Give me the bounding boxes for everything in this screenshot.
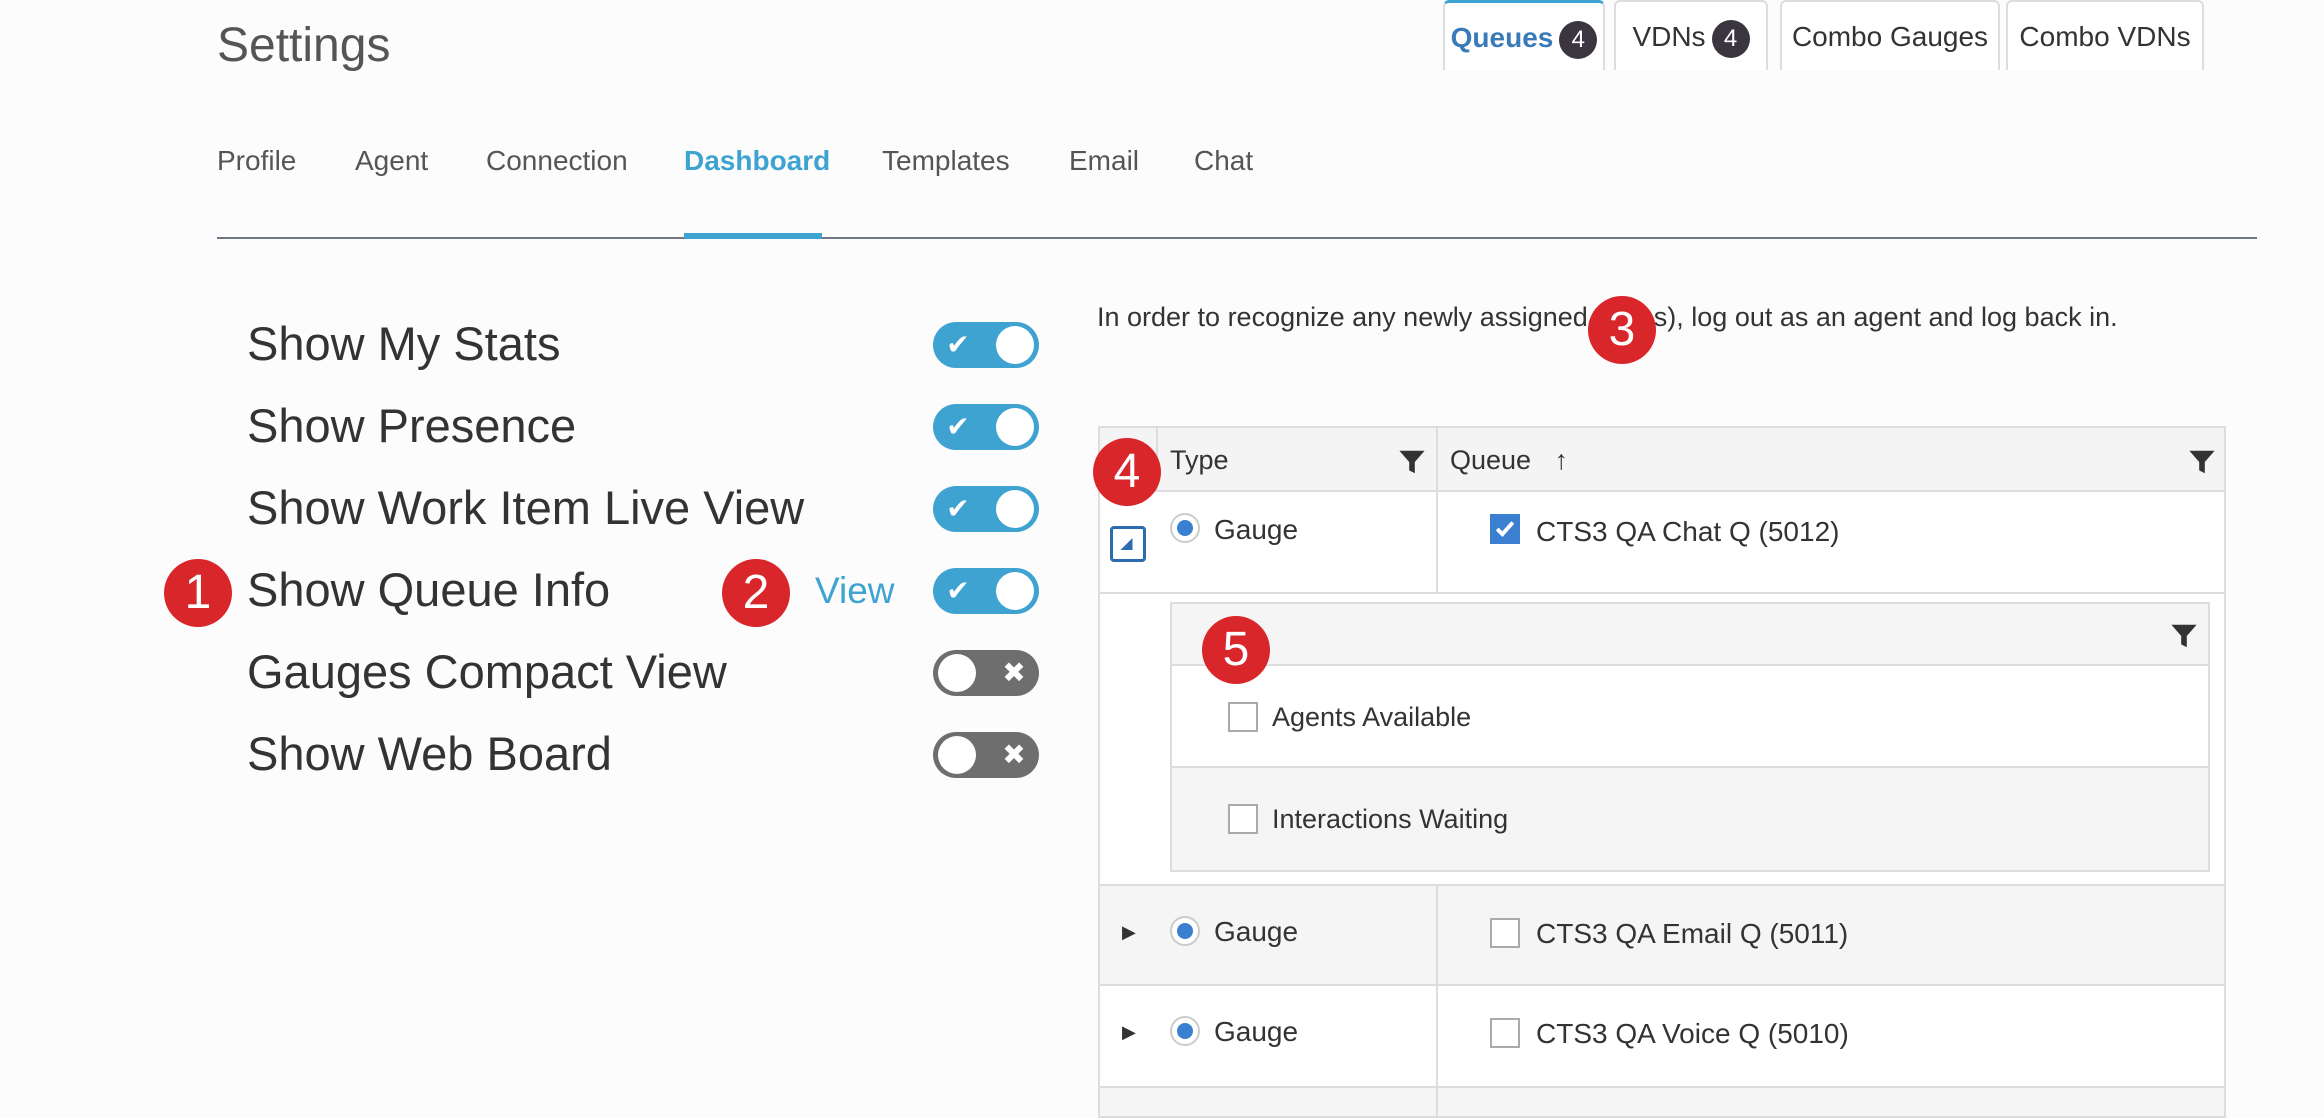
callout-badge-5: 5 (1202, 616, 1270, 684)
list-item[interactable]: Interactions Waiting (1172, 768, 2208, 870)
queue-detail-panel: Agents Available Interactions Waiting (1170, 602, 2210, 872)
column-header-type[interactable]: Type (1156, 428, 1229, 492)
detail-item-label: Agents Available (1272, 702, 1472, 732)
filter-icon[interactable] (2170, 622, 2198, 650)
tab-profile[interactable]: Profile (217, 145, 296, 177)
subtab-vdns[interactable]: VDNs 4 (1614, 0, 1768, 70)
tab-email[interactable]: Email (1069, 145, 1139, 177)
callout-badge-2: 2 (722, 559, 790, 627)
notice-text-left: In order to recognize any newly assigned (1097, 302, 1588, 332)
column-header-queue[interactable]: Queue ↑ (1436, 428, 1568, 492)
toggle-knob (996, 408, 1034, 446)
queues-count-badge: 4 (1559, 20, 1598, 59)
gauge-radio[interactable] (1170, 916, 1200, 946)
setting-label-show-my-stats: Show My Stats (247, 317, 561, 370)
column-divider (1436, 492, 1438, 594)
column-divider (1436, 886, 1438, 988)
column-divider (1436, 1088, 1438, 1116)
toggle-knob (996, 572, 1034, 610)
toggle-show-web-board[interactable]: ✖ (933, 732, 1039, 778)
check-icon: ✔ (946, 575, 970, 606)
agents-available-checkbox[interactable] (1228, 702, 1258, 732)
view-link[interactable]: View (815, 570, 895, 612)
gauge-radio[interactable] (1170, 513, 1200, 543)
gauge-radio[interactable] (1170, 1016, 1200, 1046)
queue-checkbox[interactable] (1490, 1018, 1520, 1048)
collapse-row-button[interactable] (1110, 526, 1146, 562)
subtab-vdns-label: VDNs (1632, 21, 1706, 52)
row-type: Gauge (1214, 514, 1299, 545)
subtab-combo-vdns[interactable]: Combo VDNs (2006, 0, 2204, 70)
queue-checkbox[interactable] (1490, 514, 1520, 544)
subtab-combo-gauges-label: Combo Gauges (1791, 21, 1989, 52)
toggle-knob (996, 326, 1034, 364)
toggle-show-queue-info[interactable]: ✔ (933, 568, 1039, 614)
row-type: Gauge (1214, 1016, 1299, 1047)
row-queue-name: CTS3 QA Email Q (5011) (1536, 918, 1849, 949)
column-divider (1436, 986, 1438, 1088)
table-row[interactable]: Gauge CTS3 QA Chat Q (5012) (1100, 492, 2224, 594)
grid-header: Type Queue ↑ (1100, 428, 2224, 492)
setting-label-show-queue-info: Show Queue Info (247, 563, 611, 616)
vdns-count-badge: 4 (1711, 19, 1750, 58)
filter-icon[interactable] (2188, 448, 2216, 476)
column-header-queue-label: Queue (1450, 445, 1532, 475)
setting-label-show-work-item-live-view: Show Work Item Live View (247, 481, 805, 534)
page-title: Settings (217, 19, 391, 72)
callout-badge-3: 3 (1588, 296, 1656, 364)
row-queue-name: CTS3 QA Voice Q (5010) (1536, 1018, 1849, 1049)
row-queue-name: CTS3 QA Chat Q (5012) (1536, 516, 1840, 547)
toggle-show-my-stats[interactable]: ✔ (933, 322, 1039, 368)
setting-label-show-web-board: Show Web Board (247, 727, 612, 780)
tab-templates[interactable]: Templates (882, 145, 1010, 177)
toggle-knob (938, 736, 976, 774)
tab-dashboard[interactable]: Dashboard (684, 145, 830, 177)
interactions-waiting-checkbox[interactable] (1228, 804, 1258, 834)
expand-triangle-icon[interactable]: ▶ (1122, 922, 1136, 943)
check-icon (1495, 521, 1515, 538)
setting-label-show-presence: Show Presence (247, 399, 577, 452)
x-icon: ✖ (1002, 657, 1026, 688)
check-icon: ✔ (946, 493, 970, 524)
list-item[interactable]: Agents Available (1172, 666, 2208, 768)
queues-grid: Type Queue ↑ Gauge CTS3 QA Chat Q (5012)… (1098, 426, 2226, 1118)
table-row[interactable] (1100, 1088, 2224, 1116)
filter-icon[interactable] (1398, 448, 1426, 476)
table-row[interactable]: ▶ Gauge CTS3 QA Voice Q (5010) (1100, 986, 2224, 1088)
sort-ascending-icon: ↑ (1554, 445, 1569, 475)
toggle-knob (938, 654, 976, 692)
toggle-gauges-compact-view[interactable]: ✖ (933, 650, 1039, 696)
detail-item-label: Interactions Waiting (1272, 804, 1509, 834)
callout-badge-4: 4 (1093, 438, 1161, 506)
tab-connection[interactable]: Connection (486, 145, 628, 177)
collapse-triangle-icon (1120, 538, 1133, 550)
toggle-show-presence[interactable]: ✔ (933, 404, 1039, 450)
table-row[interactable]: ▶ Gauge CTS3 QA Email Q (5011) (1100, 884, 2224, 988)
active-tab-indicator (684, 233, 822, 239)
notice-text-right: s), log out as an agent and log back in. (1653, 302, 2118, 332)
detail-header (1172, 604, 2208, 666)
check-icon: ✔ (946, 329, 970, 360)
setting-label-gauges-compact-view: Gauges Compact View (247, 645, 727, 698)
check-icon: ✔ (946, 411, 970, 442)
x-icon: ✖ (1002, 739, 1026, 770)
subtab-combo-gauges[interactable]: Combo Gauges (1780, 0, 2000, 70)
subtab-queues-label: Queues (1450, 22, 1554, 53)
subtab-combo-vdns-label: Combo VDNs (2019, 21, 2191, 52)
toggle-show-work-item-live-view[interactable]: ✔ (933, 486, 1039, 532)
callout-badge-1: 1 (164, 559, 232, 627)
settings-tabs: Profile Agent Connection Dashboard Templ… (217, 145, 2257, 239)
toggle-knob (996, 490, 1034, 528)
tab-chat[interactable]: Chat (1194, 145, 1253, 177)
subtab-queues[interactable]: Queues 4 (1443, 0, 1605, 70)
tab-agent[interactable]: Agent (355, 145, 428, 177)
expand-triangle-icon[interactable]: ▶ (1122, 1022, 1136, 1043)
queue-checkbox[interactable] (1490, 918, 1520, 948)
row-type: Gauge (1214, 916, 1299, 947)
